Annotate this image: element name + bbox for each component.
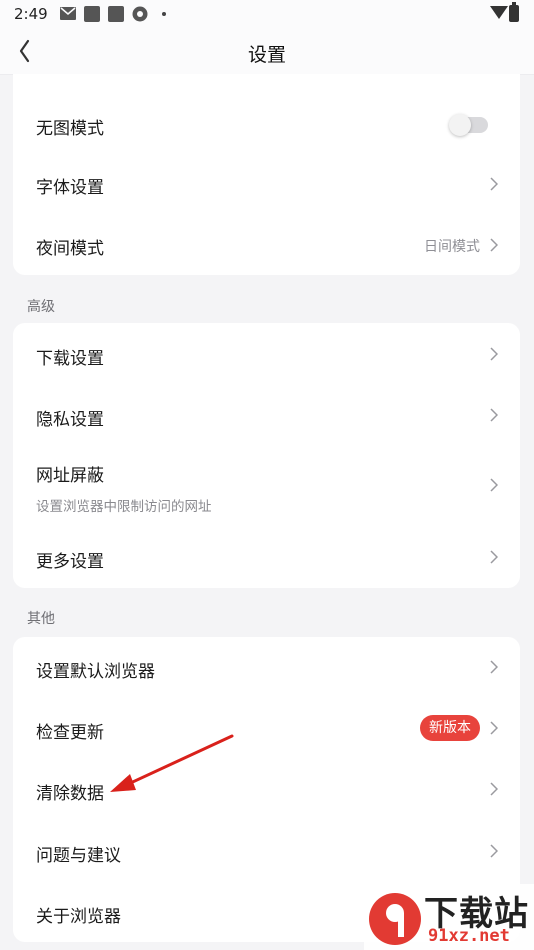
night-mode-value: 日间模式 — [424, 239, 480, 255]
row-subtitle: 设置浏览器中限制访问的网址 — [36, 499, 212, 515]
no-image-mode-toggle[interactable] — [449, 114, 488, 136]
chevron-right-icon — [490, 347, 498, 361]
feedback-row[interactable]: 问题与建议 — [13, 820, 520, 881]
row-label: 检查更新 — [36, 723, 104, 743]
app-header: 设置 — [0, 28, 534, 75]
url-block-row[interactable]: 网址屏蔽 设置浏览器中限制访问的网址 — [13, 445, 520, 525]
chevron-right-icon — [490, 782, 498, 796]
set-default-browser-row[interactable]: 设置默认浏览器 — [13, 637, 520, 698]
section-title-other: 其他 — [27, 611, 55, 627]
chevron-right-icon — [490, 721, 498, 735]
row-label: 无图模式 — [36, 119, 104, 139]
row-label: 问题与建议 — [36, 846, 121, 866]
row-label: 设置默认浏览器 — [36, 662, 155, 682]
more-settings-row[interactable]: 更多设置 — [13, 525, 520, 588]
annotation-arrow-icon — [110, 734, 234, 792]
chevron-right-icon — [490, 177, 498, 191]
advanced-settings-card: 下载设置 隐私设置 网址屏蔽 设置浏览器中限制访问的网址 更多设置 — [13, 323, 520, 588]
watermark-logo-icon — [369, 893, 421, 945]
row-label: 夜间模式 — [36, 239, 104, 259]
chevron-right-icon — [490, 550, 498, 564]
page-title: 设置 — [247, 44, 286, 66]
wifi-icon — [490, 6, 508, 19]
app-notification-icon — [84, 6, 100, 22]
night-mode-row[interactable]: 夜间模式 日间模式 — [13, 215, 520, 275]
section-title-advanced: 高级 — [27, 299, 55, 315]
row-label: 关于浏览器 — [36, 907, 121, 927]
general-settings-card: 无图模式 字体设置 夜间模式 日间模式 — [13, 74, 520, 275]
new-version-badge: 新版本 — [420, 715, 480, 741]
toggle-knob — [449, 114, 471, 136]
row-label: 字体设置 — [36, 178, 104, 198]
privacy-settings-row[interactable]: 隐私设置 — [13, 385, 520, 445]
aperture-icon — [132, 6, 148, 22]
row-label: 更多设置 — [36, 552, 104, 572]
download-settings-row[interactable]: 下载设置 — [13, 323, 520, 385]
check-update-row[interactable]: 检查更新 新版本 — [13, 698, 520, 759]
row-label: 清除数据 — [36, 784, 104, 804]
chevron-right-icon — [490, 844, 498, 858]
more-notifications-dot-icon — [162, 12, 166, 16]
watermark-url-text: 91xz.net — [428, 926, 510, 946]
watermark: 下载站 91xz.net — [364, 884, 534, 950]
app-notification-icon — [108, 6, 124, 22]
row-label: 下载设置 — [36, 349, 104, 369]
clear-data-row[interactable]: 清除数据 — [13, 759, 520, 820]
battery-icon — [509, 2, 519, 22]
status-time: 2:49 — [14, 5, 48, 23]
chevron-right-icon — [490, 478, 498, 492]
chevron-right-icon — [490, 238, 498, 252]
status-bar: 2:49 — [0, 0, 534, 28]
no-image-mode-row[interactable]: 无图模式 — [13, 95, 520, 155]
mail-icon — [60, 7, 76, 20]
chevron-right-icon — [490, 660, 498, 674]
font-settings-row[interactable]: 字体设置 — [13, 155, 520, 215]
chevron-right-icon — [490, 408, 498, 422]
row-label: 隐私设置 — [36, 410, 104, 430]
row-label: 网址屏蔽 — [36, 466, 104, 486]
